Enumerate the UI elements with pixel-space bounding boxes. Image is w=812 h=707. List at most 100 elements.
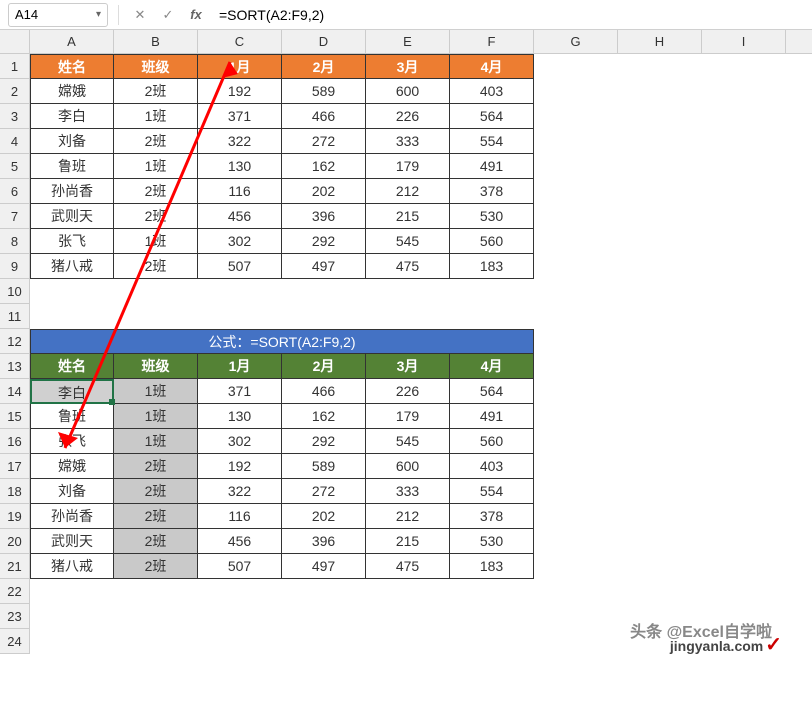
table2-cell[interactable]: 396 <box>282 529 366 554</box>
table2-cell[interactable]: 刘备 <box>30 479 114 504</box>
table1-cell[interactable]: 嫦娥 <box>30 79 114 104</box>
column-header-I[interactable]: I <box>702 30 786 53</box>
table2-cell[interactable]: 2班 <box>114 504 198 529</box>
row-header-19[interactable]: 19 <box>0 504 29 529</box>
row-header-4[interactable]: 4 <box>0 129 29 154</box>
table2-cell[interactable]: 600 <box>366 454 450 479</box>
row-header-22[interactable]: 22 <box>0 579 29 604</box>
formula-input[interactable] <box>213 5 804 25</box>
table2-cell[interactable]: 鲁班 <box>30 404 114 429</box>
name-box[interactable]: A14 ▾ <box>8 3 108 27</box>
table2-cell[interactable]: 564 <box>450 379 534 404</box>
row-header-7[interactable]: 7 <box>0 204 29 229</box>
table2-cell[interactable]: 张飞 <box>30 429 114 454</box>
row-header-8[interactable]: 8 <box>0 229 29 254</box>
column-header-B[interactable]: B <box>114 30 198 53</box>
table1-cell[interactable]: 116 <box>198 179 282 204</box>
table2-cell[interactable]: 李白 <box>30 379 114 404</box>
table1-cell[interactable]: 292 <box>282 229 366 254</box>
table2-cell[interactable]: 猪八戒 <box>30 554 114 579</box>
table1-cell[interactable]: 215 <box>366 204 450 229</box>
table1-cell[interactable]: 554 <box>450 129 534 154</box>
table1-cell[interactable]: 212 <box>366 179 450 204</box>
table1-cell[interactable]: 2班 <box>114 79 198 104</box>
table2-cell[interactable]: 2班 <box>114 529 198 554</box>
chevron-down-icon[interactable]: ▾ <box>96 9 101 20</box>
table2-cell[interactable]: 武则天 <box>30 529 114 554</box>
table1-cell[interactable]: 589 <box>282 79 366 104</box>
table2-cell[interactable]: 371 <box>198 379 282 404</box>
row-header-14[interactable]: 14 <box>0 379 29 404</box>
table1-cell[interactable]: 孙尚香 <box>30 179 114 204</box>
table2-cell[interactable]: 202 <box>282 504 366 529</box>
table1-header-cell[interactable]: 2月 <box>282 54 366 79</box>
table1-cell[interactable]: 475 <box>366 254 450 279</box>
row-header-6[interactable]: 6 <box>0 179 29 204</box>
table2-cell[interactable]: 2班 <box>114 454 198 479</box>
column-header-A[interactable]: A <box>30 30 114 53</box>
table1-cell[interactable]: 226 <box>366 104 450 129</box>
table1-cell[interactable]: 403 <box>450 79 534 104</box>
table1-cell[interactable]: 猪八戒 <box>30 254 114 279</box>
table1-cell[interactable]: 130 <box>198 154 282 179</box>
row-header-21[interactable]: 21 <box>0 554 29 579</box>
table1-cell[interactable]: 刘备 <box>30 129 114 154</box>
table1-header-cell[interactable]: 3月 <box>366 54 450 79</box>
column-header-E[interactable]: E <box>366 30 450 53</box>
table1-cell[interactable]: 162 <box>282 154 366 179</box>
table1-cell[interactable]: 鲁班 <box>30 154 114 179</box>
select-all-corner[interactable] <box>0 30 30 54</box>
table1-header-cell[interactable]: 4月 <box>450 54 534 79</box>
table2-header-cell[interactable]: 班级 <box>114 354 198 379</box>
table1-cell[interactable]: 530 <box>450 204 534 229</box>
row-header-20[interactable]: 20 <box>0 529 29 554</box>
table1-cell[interactable]: 507 <box>198 254 282 279</box>
table1-cell[interactable]: 183 <box>450 254 534 279</box>
table1-cell[interactable]: 1班 <box>114 154 198 179</box>
table2-cell[interactable]: 554 <box>450 479 534 504</box>
table1-header-cell[interactable]: 1月 <box>198 54 282 79</box>
table2-cell[interactable]: 507 <box>198 554 282 579</box>
table2-cell[interactable]: 192 <box>198 454 282 479</box>
table1-cell[interactable]: 560 <box>450 229 534 254</box>
table2-cell[interactable]: 1班 <box>114 404 198 429</box>
table2-cell[interactable]: 212 <box>366 504 450 529</box>
table1-cell[interactable]: 545 <box>366 229 450 254</box>
row-header-16[interactable]: 16 <box>0 429 29 454</box>
table1-cell[interactable]: 322 <box>198 129 282 154</box>
table2-header-cell[interactable]: 3月 <box>366 354 450 379</box>
table1-cell[interactable]: 2班 <box>114 254 198 279</box>
table2-cell[interactable]: 378 <box>450 504 534 529</box>
column-header-F[interactable]: F <box>450 30 534 53</box>
table2-cell[interactable]: 491 <box>450 404 534 429</box>
table1-cell[interactable]: 张飞 <box>30 229 114 254</box>
table2-cell[interactable]: 272 <box>282 479 366 504</box>
table2-cell[interactable]: 116 <box>198 504 282 529</box>
table1-cell[interactable]: 202 <box>282 179 366 204</box>
confirm-icon[interactable]: ✓ <box>157 4 179 26</box>
row-header-5[interactable]: 5 <box>0 154 29 179</box>
row-header-13[interactable]: 13 <box>0 354 29 379</box>
table2-cell[interactable]: 162 <box>282 404 366 429</box>
table2-cell[interactable]: 497 <box>282 554 366 579</box>
table1-cell[interactable]: 466 <box>282 104 366 129</box>
row-header-12[interactable]: 12 <box>0 329 29 354</box>
table1-cell[interactable]: 1班 <box>114 229 198 254</box>
table1-cell[interactable]: 396 <box>282 204 366 229</box>
table1-cell[interactable]: 1班 <box>114 104 198 129</box>
table1-cell[interactable]: 497 <box>282 254 366 279</box>
row-header-24[interactable]: 24 <box>0 629 29 654</box>
table2-header-cell[interactable]: 1月 <box>198 354 282 379</box>
table1-header-cell[interactable]: 班级 <box>114 54 198 79</box>
table2-cell[interactable]: 545 <box>366 429 450 454</box>
table2-cell[interactable]: 292 <box>282 429 366 454</box>
row-header-2[interactable]: 2 <box>0 79 29 104</box>
row-header-1[interactable]: 1 <box>0 54 29 79</box>
table2-cell[interactable]: 456 <box>198 529 282 554</box>
table2-cell[interactable]: 179 <box>366 404 450 429</box>
column-header-D[interactable]: D <box>282 30 366 53</box>
table2-cell[interactable]: 466 <box>282 379 366 404</box>
table1-cell[interactable]: 371 <box>198 104 282 129</box>
table1-cell[interactable]: 302 <box>198 229 282 254</box>
table2-cell[interactable]: 589 <box>282 454 366 479</box>
